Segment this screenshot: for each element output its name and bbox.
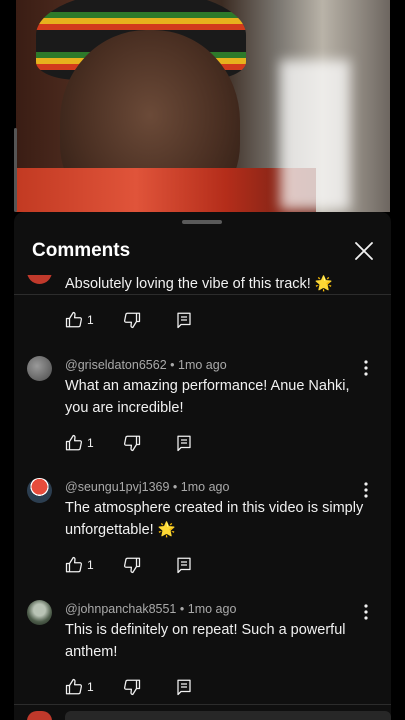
dislike-button[interactable] bbox=[123, 310, 141, 330]
like-count: 1 bbox=[87, 558, 94, 572]
comment-time: 1mo ago bbox=[178, 358, 227, 372]
thumb-down-icon bbox=[123, 435, 141, 452]
avatar bbox=[27, 711, 52, 720]
reply-icon bbox=[177, 679, 191, 696]
thumb-up-icon bbox=[65, 678, 83, 695]
more-button[interactable] bbox=[361, 481, 371, 499]
video-frame-shirt bbox=[16, 168, 316, 212]
reply-button[interactable] bbox=[175, 677, 193, 697]
avatar[interactable] bbox=[27, 275, 52, 284]
comments-title: Comments bbox=[32, 240, 131, 261]
more-vert-icon bbox=[364, 604, 368, 620]
comment-meta: @griseldaton6562 • 1mo ago bbox=[65, 358, 227, 372]
reply-button[interactable] bbox=[175, 555, 193, 575]
avatar[interactable] bbox=[27, 600, 52, 625]
add-comment-bar bbox=[14, 704, 391, 720]
more-vert-icon bbox=[364, 482, 368, 498]
comment-author[interactable]: @seungu1pvj1369 bbox=[65, 480, 169, 494]
dislike-button[interactable] bbox=[123, 555, 141, 575]
comments-list[interactable]: Absolutely loving the vibe of this track… bbox=[14, 275, 391, 715]
comment-meta: @seungu1pvj1369 • 1mo ago bbox=[65, 480, 229, 494]
more-button[interactable] bbox=[361, 603, 371, 621]
reply-button[interactable] bbox=[175, 310, 193, 330]
meta-separator: • bbox=[179, 602, 185, 616]
close-icon bbox=[355, 242, 373, 260]
video-player[interactable] bbox=[16, 0, 390, 212]
comment-author[interactable]: @griseldaton6562 bbox=[65, 358, 167, 372]
meta-separator: • bbox=[170, 358, 175, 372]
comment-text: The atmosphere created in this video is … bbox=[65, 500, 364, 538]
comment-author[interactable]: @johnpanchak8551 bbox=[65, 602, 176, 616]
comment-actions: 1 bbox=[65, 433, 205, 453]
comment-text: Absolutely loving the vibe of this track… bbox=[65, 276, 333, 292]
thumb-down-icon bbox=[123, 679, 141, 696]
comment-time: 1mo ago bbox=[187, 602, 237, 616]
like-count: 1 bbox=[87, 680, 94, 694]
edge-indicator bbox=[14, 128, 17, 212]
close-button[interactable] bbox=[351, 238, 377, 264]
comments-sheet: Comments Absolutely loving the vibe of t… bbox=[14, 212, 391, 720]
reply-button[interactable] bbox=[175, 433, 193, 453]
thumb-up-icon bbox=[65, 556, 83, 573]
comment-text: This is definitely on repeat! Such a pow… bbox=[65, 622, 346, 660]
reply-icon bbox=[177, 435, 191, 452]
comment-text: What an amazing performance! Anue Nahki,… bbox=[65, 378, 350, 416]
dislike-button[interactable] bbox=[123, 433, 141, 453]
thumb-up-icon bbox=[65, 434, 83, 451]
drag-handle[interactable] bbox=[182, 220, 222, 224]
comment-actions: 1 bbox=[65, 310, 205, 330]
thumb-down-icon bbox=[123, 557, 141, 574]
avatar[interactable] bbox=[27, 478, 52, 503]
comment-meta: @johnpanchak8551 • 1mo ago bbox=[65, 602, 236, 616]
like-button[interactable]: 1 bbox=[65, 433, 94, 453]
avatar[interactable] bbox=[27, 356, 52, 381]
dislike-button[interactable] bbox=[123, 677, 141, 697]
reply-icon bbox=[177, 557, 191, 574]
meta-separator: • bbox=[172, 480, 178, 494]
like-button[interactable]: 1 bbox=[65, 310, 94, 330]
like-count: 1 bbox=[87, 313, 94, 327]
comment-time: 1mo ago bbox=[180, 480, 230, 494]
like-button[interactable]: 1 bbox=[65, 677, 94, 697]
thumb-up-icon bbox=[65, 311, 83, 328]
like-count: 1 bbox=[87, 436, 94, 450]
comment-actions: 1 bbox=[65, 555, 205, 575]
video-frame-light bbox=[280, 60, 350, 210]
more-button[interactable] bbox=[361, 359, 371, 377]
comment-actions: 1 bbox=[65, 677, 205, 697]
like-button[interactable]: 1 bbox=[65, 555, 94, 575]
more-vert-icon bbox=[364, 360, 368, 376]
add-comment-input[interactable] bbox=[65, 711, 391, 720]
reply-icon bbox=[177, 312, 191, 329]
thumb-down-icon bbox=[123, 312, 141, 329]
